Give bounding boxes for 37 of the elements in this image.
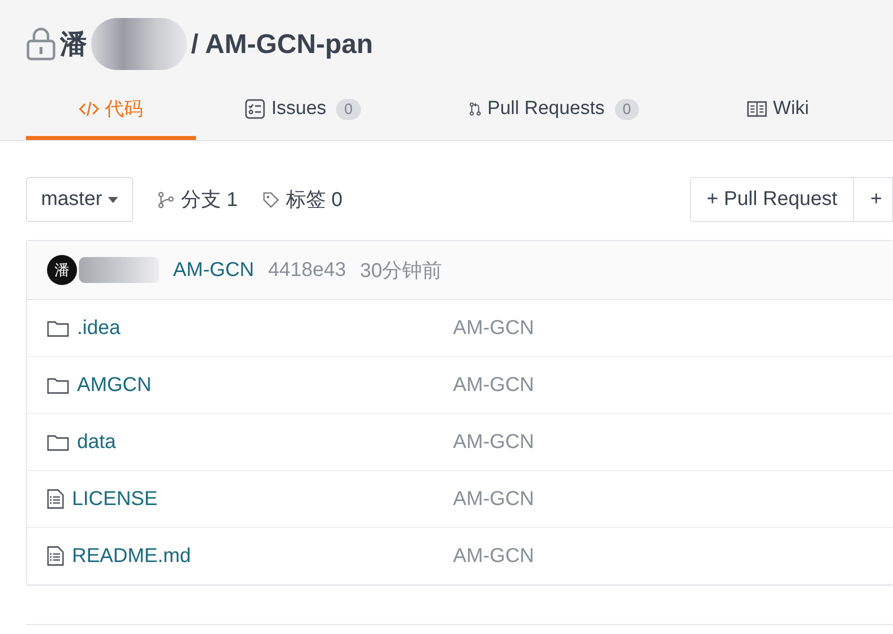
file-icon: [47, 546, 64, 566]
count-badge: 0: [336, 98, 361, 120]
tags-link[interactable]: 标签 0: [262, 186, 342, 213]
owner-name[interactable]: 潘: [60, 26, 87, 62]
folder-icon: [47, 434, 69, 450]
action-button[interactable]: + Pull Request: [690, 177, 854, 222]
caret-icon: [108, 196, 118, 202]
commit-message[interactable]: AM-GCN: [453, 374, 534, 396]
action-button[interactable]: +: [854, 177, 893, 222]
tag-icon: [262, 190, 280, 208]
code-icon: [79, 100, 99, 118]
avatar: 潘: [47, 255, 77, 285]
commit-message[interactable]: AM-GCN: [173, 258, 254, 282]
file-name[interactable]: README.md: [72, 544, 191, 568]
folder-icon: [47, 376, 69, 394]
book-icon: [747, 101, 768, 117]
tab[interactable]: Pull Requests 0: [469, 88, 639, 140]
commit-message[interactable]: AM-GCN: [453, 488, 534, 510]
count-badge: 0: [614, 98, 639, 120]
file-name[interactable]: LICENSE: [72, 488, 158, 510]
commit-message[interactable]: AM-GCN: [453, 430, 534, 454]
commit-message[interactable]: AM-GCN: [453, 544, 534, 568]
commit-time: 30分钟前: [360, 258, 442, 284]
commit-message[interactable]: AM-GCN: [453, 316, 534, 340]
tab[interactable]: Wiki: [693, 88, 863, 140]
repo-name[interactable]: / AM-GCN-pan: [191, 28, 373, 60]
branch-dropdown[interactable]: master: [26, 177, 134, 222]
folder-icon: [47, 320, 69, 336]
file-icon: [47, 489, 64, 509]
branches-link[interactable]: 分支 1: [157, 186, 238, 213]
tab[interactable]: Issues 0: [218, 88, 388, 140]
file-name[interactable]: AMGCN: [77, 374, 152, 396]
branch-icon: [157, 190, 176, 208]
checklist-icon: [245, 99, 266, 119]
file-name[interactable]: .idea: [77, 316, 120, 340]
file-name[interactable]: data: [77, 430, 116, 454]
commit-sha[interactable]: 4418e43: [268, 258, 346, 282]
